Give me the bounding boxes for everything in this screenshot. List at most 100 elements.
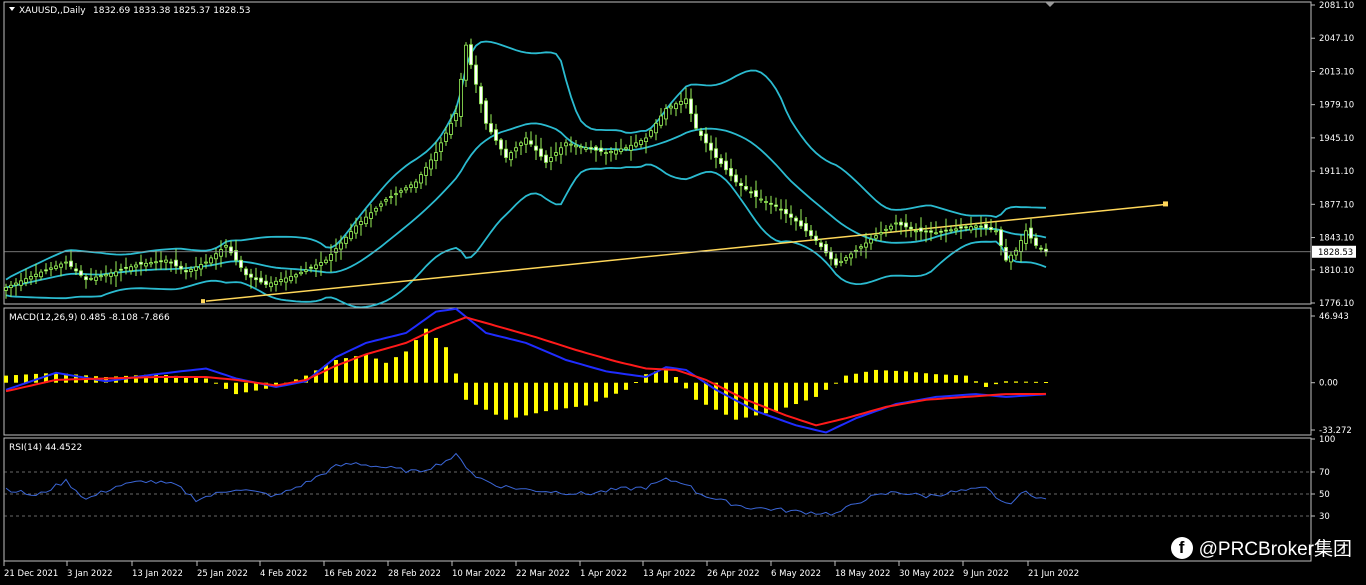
- bull-candle: [424, 166, 428, 176]
- bear-candle: [749, 191, 753, 194]
- bear-candle: [909, 226, 913, 230]
- bear-candle: [599, 147, 603, 152]
- bear-candle: [734, 174, 738, 183]
- macd-hist-bar: [814, 382, 818, 397]
- macd-hist-bar: [874, 369, 878, 383]
- bear-candle: [999, 229, 1003, 246]
- bull-candle: [869, 238, 873, 244]
- bear-candle: [694, 113, 698, 129]
- bear-candle: [84, 276, 88, 281]
- bull-candle: [684, 98, 688, 105]
- bull-candle: [204, 261, 208, 264]
- current-price-label: 1828.53: [1318, 248, 1353, 258]
- bull-candle: [564, 142, 568, 147]
- bear-candle: [1034, 237, 1038, 246]
- shift-marker-icon[interactable]: [1045, 2, 1055, 7]
- bull-candle: [439, 142, 443, 152]
- bull-candle: [319, 262, 323, 266]
- bull-candle: [314, 264, 318, 269]
- bull-candle: [669, 105, 673, 109]
- bull-candle: [454, 113, 458, 122]
- bear-candle: [779, 208, 783, 211]
- time-tick-label: 13 Apr 2022: [643, 569, 696, 579]
- bear-candle: [789, 213, 793, 218]
- macd-hist-bar: [204, 378, 208, 383]
- bull-candle: [629, 144, 633, 151]
- bull-candle: [559, 147, 563, 155]
- bull-candle: [149, 262, 153, 265]
- rsi-tick-label: 70: [1319, 468, 1330, 478]
- bull-candle: [29, 276, 33, 280]
- macd-hist-bar: [684, 382, 688, 389]
- bear-candle: [179, 265, 183, 270]
- bear-candle: [964, 226, 968, 229]
- macd-hist-bar: [374, 358, 378, 383]
- bull-candle: [854, 249, 858, 252]
- ohlc-values: 1832.69 1833.38 1825.37 1828.53: [93, 6, 250, 16]
- price-axis: 2081.10 2047.10 2013.10 1979.10 1945.10 1911.…: [1311, 1, 1354, 309]
- macd-hist-bar: [244, 382, 248, 393]
- price-panel: 2081.10 2047.10 2013.10 1979.10 1945.10 1911.…: [3, 1, 1356, 309]
- bull-candle: [379, 203, 383, 207]
- bear-candle: [79, 270, 83, 276]
- bear-candle: [714, 148, 718, 158]
- bear-candle: [939, 230, 943, 233]
- bull-candle: [429, 159, 433, 170]
- time-tick-label: 13 Jan 2022: [132, 569, 183, 579]
- bull-candle: [574, 144, 578, 148]
- time-tick-label: 6 May 2022: [771, 569, 821, 579]
- bull-candle: [284, 277, 288, 283]
- bear-candle: [794, 217, 798, 222]
- price-tick-label: 1877.10: [1319, 200, 1354, 210]
- bear-candle: [309, 266, 313, 269]
- trendline-anchor: [1163, 201, 1168, 207]
- bull-candle: [369, 212, 373, 219]
- collapse-arrow-icon[interactable]: [9, 7, 15, 11]
- macd-hist-bar: [974, 381, 978, 383]
- bear-candle: [989, 227, 993, 230]
- macd-panel: 46.9430.00-33.272 MACD(12,26,9) 0.485 -8…: [3, 307, 1352, 436]
- rsi-line: [5, 452, 1047, 516]
- macd-hist-bar: [624, 382, 628, 390]
- macd-hist-bar: [784, 382, 788, 408]
- bull-candle: [509, 152, 513, 161]
- bull-candle: [654, 122, 658, 134]
- bull-candle: [914, 230, 918, 233]
- bull-candle: [584, 147, 588, 150]
- bull-candle: [864, 242, 868, 248]
- bull-candle: [579, 146, 583, 149]
- bull-candle: [644, 137, 648, 143]
- bull-candle: [449, 122, 453, 135]
- bear-candle: [899, 221, 903, 226]
- macd-hist-bar: [544, 382, 548, 412]
- macd-hist-bar: [1004, 381, 1008, 383]
- bull-candle: [419, 174, 423, 184]
- bear-candle: [774, 204, 778, 207]
- bull-candle: [624, 147, 628, 150]
- macd-hist-bar: [614, 382, 618, 394]
- macd-hist-bar: [334, 359, 338, 383]
- rsi-tick-label: 30: [1319, 512, 1330, 522]
- bear-candle: [484, 100, 488, 124]
- macd-hist-bar: [224, 382, 228, 389]
- bull-candle: [19, 280, 23, 286]
- bull-candle: [994, 230, 998, 233]
- price-tick-label: 1911.10: [1319, 167, 1354, 177]
- facebook-icon: f: [1170, 536, 1193, 559]
- bear-candle: [754, 190, 758, 197]
- bear-candle: [699, 130, 703, 136]
- bull-candle: [224, 245, 228, 248]
- macd-hist-bar: [574, 382, 578, 407]
- bull-candle: [849, 253, 853, 259]
- trendline-anchor: [201, 299, 205, 304]
- bear-candle: [504, 148, 508, 158]
- bear-candle: [499, 139, 503, 150]
- bull-candle: [64, 261, 68, 264]
- macd-hist-bar: [924, 373, 928, 383]
- macd-hist-bar: [914, 372, 918, 383]
- bear-candle: [804, 223, 808, 232]
- bull-candle: [619, 148, 623, 152]
- macd-hist-bar: [584, 382, 588, 406]
- bear-candle: [799, 220, 803, 227]
- macd-hist-bar: [1044, 382, 1048, 384]
